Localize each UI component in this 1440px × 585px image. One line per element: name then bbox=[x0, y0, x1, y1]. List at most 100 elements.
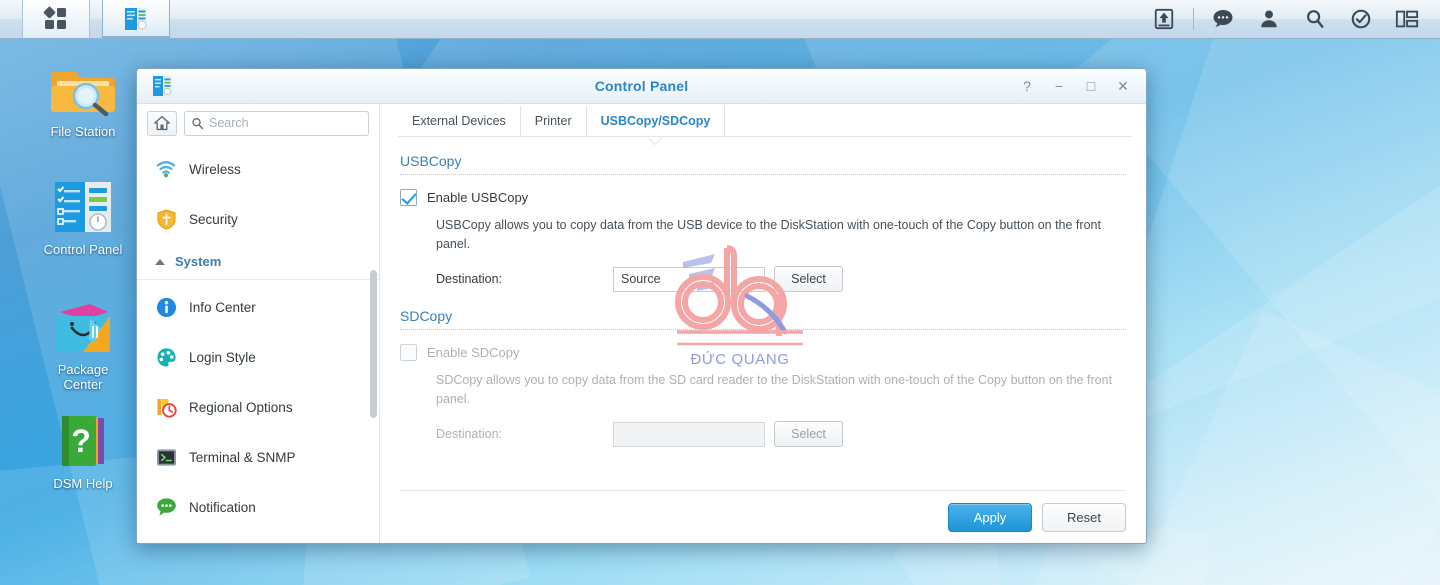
taskbar bbox=[0, 0, 1440, 39]
sidebar-scrollbar-thumb[interactable] bbox=[370, 270, 377, 418]
sidebar-item-security[interactable]: Security bbox=[137, 194, 379, 244]
desktop-icon-dsm-help[interactable]: ? DSM Help bbox=[23, 412, 143, 491]
window-controls: ? − □ ✕ bbox=[1012, 73, 1138, 99]
wifi-icon bbox=[155, 158, 177, 180]
control-panel-icon bbox=[125, 8, 147, 30]
user-icon bbox=[1261, 10, 1277, 28]
sidebar-item-login-style[interactable]: Login Style bbox=[137, 332, 379, 382]
sdcopy-destination-row: Destination: Select bbox=[436, 421, 1126, 447]
app-grid-icon bbox=[43, 6, 66, 29]
sidebar-toolbar: Search bbox=[137, 104, 379, 142]
upload-button[interactable] bbox=[1141, 0, 1187, 38]
home-icon bbox=[154, 115, 170, 131]
sidebar-list: Wireless Security System Info Center Log… bbox=[137, 142, 379, 543]
main-menu-button[interactable] bbox=[22, 0, 90, 38]
apply-button[interactable]: Apply bbox=[948, 502, 1032, 532]
sidebar-item-label: Terminal & SNMP bbox=[189, 449, 296, 465]
home-button[interactable] bbox=[147, 110, 177, 136]
desktop-icon-label: Control Panel bbox=[43, 242, 123, 257]
usbcopy-destination-label: Destination: bbox=[436, 272, 503, 286]
usbcopy-section-title: USBCopy bbox=[400, 153, 462, 169]
user-button[interactable] bbox=[1246, 0, 1292, 38]
widgets-icon bbox=[1395, 10, 1419, 28]
speech-bubble-icon bbox=[155, 496, 177, 518]
shield-icon bbox=[155, 208, 177, 230]
desktop-icon-label: DSM Help bbox=[53, 476, 113, 491]
chevron-up-icon bbox=[155, 258, 165, 265]
clock-flag-icon bbox=[155, 396, 177, 418]
dsm-help-icon: ? bbox=[50, 412, 116, 470]
control-panel-window: Control Panel ? − □ ✕ Search Wireless Se… bbox=[136, 68, 1147, 544]
sidebar-item-label: Regional Options bbox=[189, 399, 293, 415]
enable-sdcopy-checkbox[interactable] bbox=[400, 344, 417, 361]
close-button[interactable]: ✕ bbox=[1108, 73, 1138, 99]
search-input[interactable]: Search bbox=[184, 110, 369, 136]
notification-icon bbox=[1351, 9, 1371, 29]
usbcopy-destination-row: Destination: Source Select bbox=[436, 266, 1126, 292]
maximize-button[interactable]: □ bbox=[1076, 73, 1106, 99]
sdcopy-destination-label: Destination: bbox=[436, 427, 503, 441]
desktop-icon-label: File Station bbox=[50, 124, 116, 139]
file-station-icon bbox=[50, 60, 116, 118]
sidebar-item-label: Security bbox=[189, 211, 238, 227]
settings-panel: USBCopy Enable USBCopy USBCopy allows yo… bbox=[380, 137, 1146, 490]
sidebar-scrollbar[interactable] bbox=[369, 142, 378, 543]
desktop-icon-package-center[interactable]: Package Center bbox=[23, 298, 143, 392]
sdcopy-destination-input[interactable] bbox=[613, 421, 765, 447]
sidebar-item-label: Notification bbox=[189, 499, 256, 515]
widgets-button[interactable] bbox=[1384, 0, 1430, 38]
sidebar-group-label: System bbox=[175, 254, 222, 269]
taskbar-window-control-panel[interactable] bbox=[102, 0, 170, 38]
window-titlebar[interactable]: Control Panel ? − □ ✕ bbox=[137, 69, 1146, 104]
enable-usbcopy-row[interactable]: Enable USBCopy bbox=[400, 189, 1126, 206]
content-area: External Devices Printer USBCopy/SDCopy … bbox=[380, 104, 1146, 543]
enable-sdcopy-label: Enable SDCopy bbox=[427, 345, 520, 360]
enable-usbcopy-label: Enable USBCopy bbox=[427, 190, 529, 205]
palette-icon bbox=[155, 346, 177, 368]
section-divider bbox=[400, 329, 1126, 330]
taskbar-tray bbox=[1141, 0, 1440, 38]
tab-external-devices[interactable]: External Devices bbox=[398, 106, 521, 136]
help-button[interactable]: ? bbox=[1012, 73, 1042, 99]
sidebar-item-label: Login Style bbox=[189, 349, 256, 365]
tab-usbcopy-sdcopy[interactable]: USBCopy/SDCopy bbox=[587, 106, 726, 136]
info-icon bbox=[155, 296, 177, 318]
enable-sdcopy-row[interactable]: Enable SDCopy bbox=[400, 344, 1126, 361]
usbcopy-destination-input[interactable]: Source bbox=[613, 266, 765, 292]
tab-bar: External Devices Printer USBCopy/SDCopy bbox=[380, 104, 1146, 136]
search-placeholder: Search bbox=[209, 116, 249, 130]
minimize-button[interactable]: − bbox=[1044, 73, 1074, 99]
desktop-icon-control-panel[interactable]: Control Panel bbox=[23, 178, 143, 257]
package-center-icon bbox=[50, 298, 116, 356]
sdcopy-section-title: SDCopy bbox=[400, 308, 453, 324]
sidebar-item-label: Wireless bbox=[189, 161, 241, 177]
desktop-icon-file-station[interactable]: File Station bbox=[23, 60, 143, 139]
sidebar-item-regional-options[interactable]: Regional Options bbox=[137, 382, 379, 432]
reset-button[interactable]: Reset bbox=[1042, 502, 1126, 532]
chat-icon bbox=[1213, 10, 1233, 27]
action-footer: Apply Reset bbox=[400, 490, 1126, 543]
tab-printer[interactable]: Printer bbox=[521, 106, 587, 136]
sidebar-item-wireless[interactable]: Wireless bbox=[137, 144, 379, 194]
section-divider bbox=[400, 174, 1126, 175]
sdcopy-select-button[interactable]: Select bbox=[774, 421, 843, 447]
sidebar-item-terminal-snmp[interactable]: Terminal & SNMP bbox=[137, 432, 379, 482]
sidebar-item-notification[interactable]: Notification bbox=[137, 482, 379, 532]
sidebar-group-system[interactable]: System bbox=[137, 244, 379, 280]
usbcopy-description: USBCopy allows you to copy data from the… bbox=[436, 218, 1101, 251]
sidebar: Search Wireless Security System Info Cen… bbox=[137, 104, 380, 543]
chat-button[interactable] bbox=[1200, 0, 1246, 38]
window-body: Search Wireless Security System Info Cen… bbox=[137, 104, 1146, 543]
usbcopy-select-button[interactable]: Select bbox=[774, 266, 843, 292]
desktop-icon-label: Package Center bbox=[57, 362, 109, 392]
search-icon bbox=[1307, 10, 1324, 28]
window-title: Control Panel bbox=[594, 78, 689, 94]
sidebar-item-info-center[interactable]: Info Center bbox=[137, 282, 379, 332]
sidebar-item-label: Info Center bbox=[189, 299, 256, 315]
notification-button[interactable] bbox=[1338, 0, 1384, 38]
svg-text:?: ? bbox=[71, 423, 91, 459]
enable-usbcopy-checkbox[interactable] bbox=[400, 189, 417, 206]
search-button[interactable] bbox=[1292, 0, 1338, 38]
tray-separator bbox=[1193, 8, 1194, 30]
sidebar-item-task-scheduler[interactable]: Task Scheduler bbox=[137, 532, 379, 543]
